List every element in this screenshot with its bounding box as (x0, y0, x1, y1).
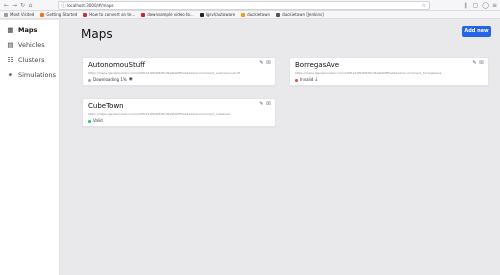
download-icon[interactable]: ⤓ (315, 77, 317, 83)
bookmarks-toolbar: Most Visited Getting Started How to conv… (0, 11, 500, 19)
bookmark-icon (83, 12, 88, 17)
sidebar-toggle-icon[interactable]: ▢ (472, 2, 479, 9)
bookmark-icon (4, 12, 8, 17)
car-icon: ▤ (7, 40, 14, 49)
cluster-icon: ☷ (7, 55, 14, 64)
bookmark-star-icon[interactable]: ☆ (422, 3, 426, 9)
sidebar: ▦ Maps ▤ Vehicles ☷ Clusters ✴ Simulatio… (0, 20, 60, 275)
edit-icon[interactable]: ✎ (472, 61, 477, 66)
sidebar-item-label: Vehicles (18, 40, 45, 49)
map-card-title: AutonomouStuff (88, 61, 145, 69)
map-card-url: https://maps.lgsvlsimulator.com/dd0f1b10… (295, 71, 442, 75)
bookmark-downsample[interactable]: downsample video to... (141, 12, 194, 18)
bookmark-label: duckietown [Jenkins] (282, 11, 324, 17)
address-bar[interactable]: ⓘ localhost:3000/#/maps ☆ (58, 1, 430, 10)
delete-icon[interactable]: ☒ (266, 61, 271, 66)
info-icon[interactable]: ⓘ (61, 3, 66, 9)
sidebar-item-maps[interactable]: ▦ Maps (0, 22, 59, 37)
card-actions: ✎ ☒ (472, 61, 484, 66)
sidebar-item-label: Maps (18, 25, 38, 34)
add-new-button[interactable]: Add new (462, 26, 491, 37)
bookmark-icon (40, 12, 45, 17)
bookmark-convert[interactable]: How to convert an te... (83, 12, 135, 18)
edit-icon[interactable]: ✎ (259, 61, 264, 66)
menu-icon[interactable]: ≡ (491, 2, 498, 9)
status-dot (88, 119, 91, 123)
status-text: Downloading 1% (93, 77, 127, 82)
github-icon (199, 12, 204, 17)
bookmark-label: downsample video to... (147, 11, 194, 17)
bookmark-label: Getting Started (46, 11, 78, 17)
status-badge: Valid (88, 118, 103, 124)
card-actions: ✎ ☒ (259, 61, 271, 66)
bookmark-duckietown[interactable]: duckietown (241, 12, 270, 18)
map-icon: ▦ (7, 25, 14, 34)
back-icon[interactable]: ← (3, 2, 10, 9)
map-card-title: CubeTown (88, 102, 124, 110)
status-text: Valid (93, 118, 103, 123)
status-badge: Invalid ⤓ (295, 77, 317, 83)
delete-icon[interactable]: ☒ (266, 102, 271, 107)
map-card-title: BorregasAve (295, 61, 340, 69)
reload-icon[interactable]: ↻ (19, 2, 26, 9)
bookmark-icon (141, 12, 146, 17)
status-text: Invalid (300, 77, 314, 82)
sidebar-item-vehicles[interactable]: ▤ Vehicles (0, 37, 59, 52)
library-icon[interactable]: ∥ (462, 2, 469, 9)
card-actions: ✎ ☒ (259, 102, 271, 107)
bookmark-most-visited[interactable]: Most Visited (4, 12, 34, 18)
bookmark-label: Most Visited (10, 11, 35, 17)
map-card-url: https://maps.lgsvlsimulator.com/dd0f1b10… (88, 112, 231, 116)
sidebar-item-clusters[interactable]: ☷ Clusters (0, 52, 59, 67)
main-content: Maps Add new AutonomouStuff ✎ ☒ https://… (61, 20, 500, 275)
bookmark-duckietown-jenkins[interactable]: duckietown [Jenkins] (276, 12, 324, 18)
sidebar-item-simulations[interactable]: ✴ Simulations (0, 67, 59, 82)
eye-icon[interactable]: ◉ (129, 77, 133, 83)
status-dot (88, 78, 91, 82)
map-card: AutonomouStuff ✎ ☒ https://maps.lgsvlsim… (82, 57, 276, 86)
bookmark-getting-started[interactable]: Getting Started (40, 12, 77, 18)
map-card: CubeTown ✎ ☒ https://maps.lgsvlsimulator… (82, 98, 276, 127)
account-icon[interactable]: ◯ (482, 2, 489, 9)
map-card: BorregasAve ✎ ☒ https://maps.lgsvlsimula… (289, 57, 489, 86)
status-dot (295, 78, 298, 82)
runner-icon: ✴ (7, 70, 14, 79)
home-icon[interactable]: ⌂ (27, 2, 34, 9)
status-badge: Downloading 1% ◉ (88, 77, 133, 83)
browser-toolbar: ← → ↻ ⌂ ⓘ localhost:3000/#/maps ☆ ∥ ▢ ◯ … (0, 0, 500, 11)
url-text: localhost:3000/#/maps (67, 3, 114, 8)
bookmark-icon (241, 12, 246, 17)
edit-icon[interactable]: ✎ (259, 102, 264, 107)
map-card-url: https://maps.lgsvlsimulator.com/dd0f1b10… (88, 71, 240, 75)
bookmark-label: lgsvl/autoware (205, 11, 236, 17)
bookmark-label: duckietown (247, 11, 271, 17)
bookmark-label: How to convert an te... (89, 11, 136, 17)
page-title: Maps (81, 27, 113, 41)
delete-icon[interactable]: ☒ (479, 61, 484, 66)
sidebar-item-label: Simulations (18, 70, 57, 79)
forward-icon[interactable]: → (11, 2, 18, 9)
sidebar-item-label: Clusters (18, 55, 45, 64)
bookmark-lgsvl[interactable]: lgsvl/autoware (199, 11, 236, 18)
jenkins-icon (276, 12, 281, 17)
